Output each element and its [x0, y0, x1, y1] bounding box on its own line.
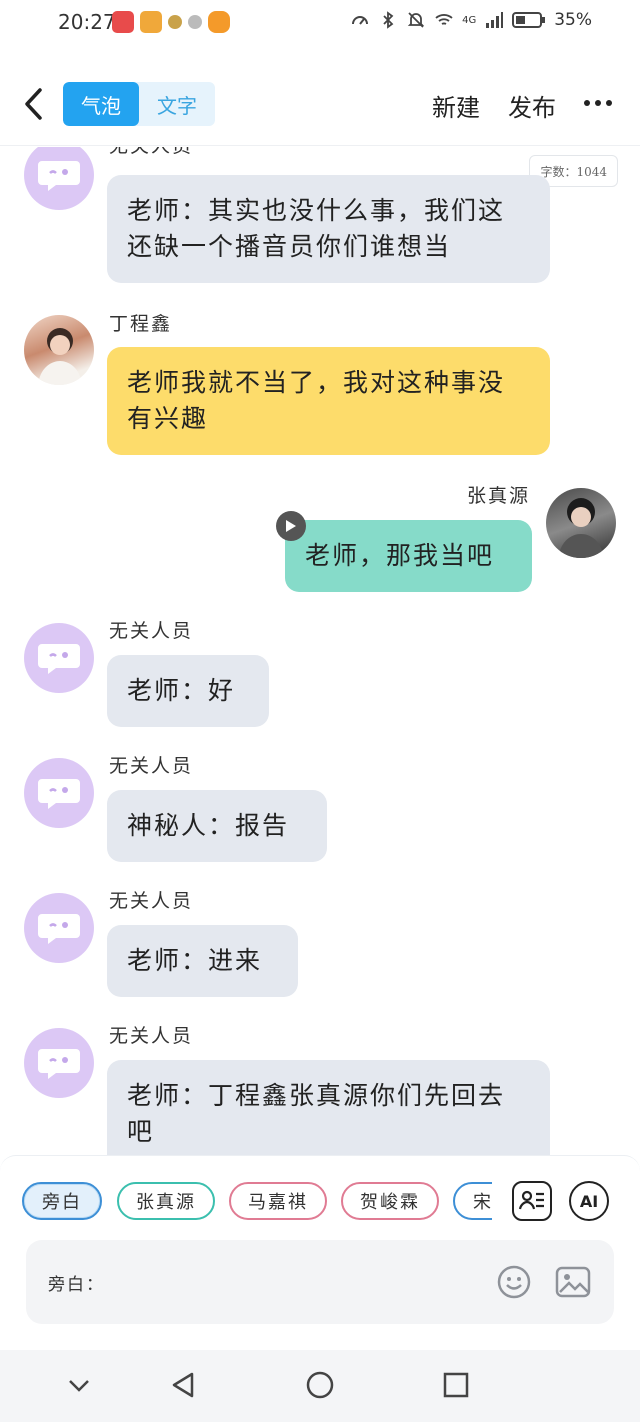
message-bubble[interactable]: 老师：其实也没什么事，我们这还缺一个播音员你们谁想当: [107, 175, 550, 283]
photo-avatar[interactable]: [546, 488, 616, 558]
bot-avatar[interactable]: [24, 893, 94, 963]
system-nav-bar: [0, 1350, 640, 1422]
wifi-icon: [435, 14, 453, 25]
status-bar: 20:27 4G 35%: [0, 0, 640, 48]
speed-icon: [352, 16, 369, 25]
sender-name: 无关人员: [109, 1025, 194, 1047]
message-bubble[interactable]: 老师，那我当吧: [285, 520, 532, 592]
chat-bubble-icon: [38, 779, 80, 809]
sender-name: 无关人员: [109, 890, 194, 912]
sender-name: 张真源: [466, 485, 530, 507]
bot-avatar[interactable]: [24, 147, 94, 210]
app-icon-1: [112, 11, 134, 33]
view-mode-toggle: 气泡 文字: [63, 82, 215, 126]
chevron-down-icon[interactable]: [64, 1370, 94, 1400]
message-bubble[interactable]: 老师：进来: [107, 925, 298, 997]
bot-avatar[interactable]: [24, 758, 94, 828]
battery-icon: [512, 12, 546, 28]
person-silhouette-icon: [38, 328, 82, 385]
home-circle-icon[interactable]: [305, 1370, 335, 1400]
signal-icon: [486, 12, 504, 28]
publish-button[interactable]: 发布: [508, 88, 556, 123]
person-silhouette-icon: [558, 498, 604, 558]
bluetooth-icon: [383, 11, 394, 29]
app-icon-5: [208, 11, 230, 33]
chat-bubble-icon: [38, 161, 80, 191]
image-icon[interactable]: [554, 1264, 592, 1300]
message-bubble[interactable]: 老师我就不当了，我对这种事没有兴趣: [107, 347, 550, 455]
app-icon-4: [188, 15, 202, 29]
emoji-icon[interactable]: [496, 1264, 532, 1300]
role-list-button[interactable]: [512, 1181, 552, 1221]
bot-avatar[interactable]: [24, 1028, 94, 1098]
recents-square-icon[interactable]: [441, 1370, 471, 1400]
contacts-icon: [518, 1190, 544, 1210]
input-role-label: 旁白：: [48, 1275, 105, 1295]
composer-panel: 旁白 张真源 马嘉祺 贺峻霖 宋 AI 旁白：: [0, 1155, 640, 1350]
message-bubble[interactable]: 老师：丁程鑫张真源你们先回去吧: [107, 1060, 550, 1155]
role-selector[interactable]: 旁白 张真源 马嘉祺 贺峻霖 宋: [20, 1182, 492, 1222]
battery-percent: 35%: [554, 10, 592, 30]
mute-bell-icon: [407, 12, 425, 28]
role-chip-zhang[interactable]: 张真源: [117, 1182, 215, 1220]
role-chip-song[interactable]: 宋: [453, 1182, 492, 1220]
photo-avatar[interactable]: [24, 315, 94, 385]
role-chip-he[interactable]: 贺峻霖: [341, 1182, 439, 1220]
chat-bubble-icon: [38, 914, 80, 944]
sender-name: 丁程鑫: [109, 313, 173, 335]
app-icon-3: [168, 15, 182, 29]
chat-bubble-icon: [38, 644, 80, 674]
message-bubble[interactable]: 神秘人：报告: [107, 790, 327, 862]
status-app-icons: [112, 11, 230, 33]
tab-bubble[interactable]: 气泡: [63, 82, 139, 126]
back-arrow-icon[interactable]: [20, 84, 48, 124]
new-button[interactable]: 新建: [432, 88, 480, 123]
sender-name: 无关人员: [109, 620, 194, 642]
ai-button[interactable]: AI: [569, 1181, 609, 1221]
role-chip-ma[interactable]: 马嘉祺: [229, 1182, 327, 1220]
message-bubble[interactable]: 老师：好: [107, 655, 269, 727]
back-triangle-icon[interactable]: [168, 1370, 198, 1400]
top-header: 气泡 文字 新建 发布: [0, 62, 640, 146]
message-input[interactable]: 旁白：: [26, 1240, 614, 1324]
play-icon: [286, 520, 296, 532]
network-type: 4G: [462, 14, 477, 26]
play-audio-button[interactable]: [276, 511, 306, 541]
sender-name: 无关人员: [109, 755, 194, 777]
app-icon-2: [140, 11, 162, 33]
status-indicators: 4G 35%: [350, 10, 592, 30]
status-time: 20:27: [58, 10, 116, 34]
chat-bubble-icon: [38, 1049, 80, 1079]
chat-area[interactable]: 字数：1044 无关人员 老师：其实也没什么事，我们这还缺一个播音员你们谁想当 …: [0, 147, 640, 1155]
sender-name: 无关人员: [109, 147, 193, 158]
role-chip-narrator[interactable]: 旁白: [22, 1182, 102, 1220]
bot-avatar[interactable]: [24, 623, 94, 693]
tab-text[interactable]: 文字: [139, 82, 215, 126]
more-dots-icon[interactable]: [584, 100, 614, 108]
